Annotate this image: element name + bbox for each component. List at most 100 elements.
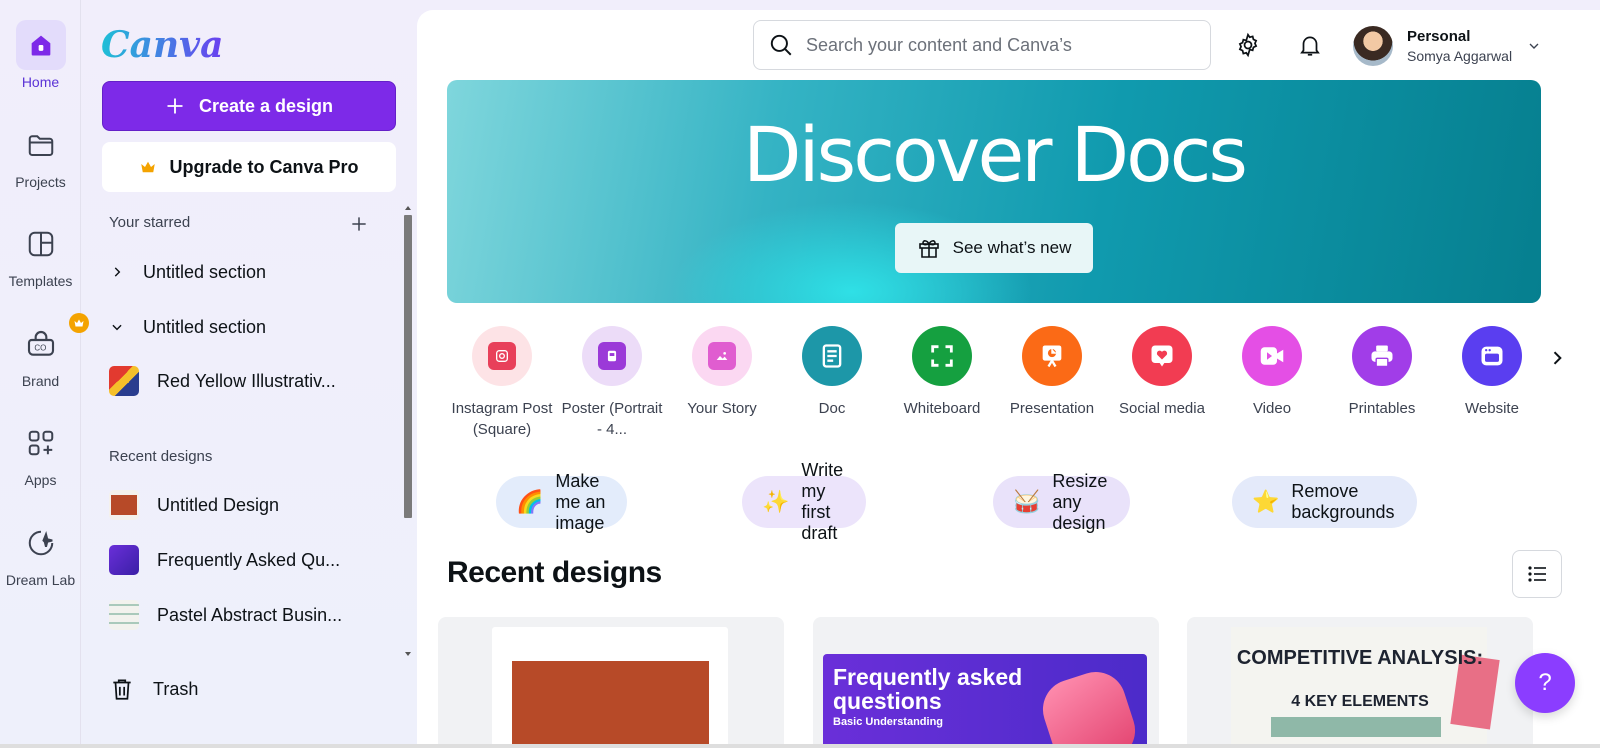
rainbow-icon: 🌈: [516, 489, 544, 514]
recent-design-item[interactable]: Frequently Asked Qu...: [109, 538, 379, 582]
design-card[interactable]: [438, 617, 784, 748]
social-media-icon: [1132, 326, 1192, 386]
discover-banner[interactable]: Discover Docs See what’s new: [447, 80, 1541, 303]
design-type-poster[interactable]: Poster (Portrait - 4...: [557, 326, 667, 440]
list-view-button[interactable]: [1512, 550, 1562, 598]
plus-icon: [352, 217, 366, 231]
recent-design-label: Untitled Design: [157, 494, 280, 515]
chevron-right-icon[interactable]: [1547, 348, 1567, 368]
recent-design-item[interactable]: Pastel Abstract Busin...: [109, 593, 379, 637]
remove-bg-chip[interactable]: ⭐ Remove backgrounds: [1232, 476, 1418, 528]
design-card[interactable]: COMPETITIVE ANALYSIS: 4 KEY ELEMENTS: [1187, 617, 1533, 748]
canva-logo[interactable]: Canva: [101, 24, 223, 66]
rail-item-brand[interactable]: CO Brand: [0, 313, 89, 389]
create-design-label: Create a design: [198, 95, 334, 116]
apps-icon: [16, 418, 66, 468]
make-image-chip[interactable]: 🌈 Make me an image: [496, 471, 628, 533]
design-types-row: Instagram Post (Square) Poster (Portrait…: [447, 326, 1562, 456]
design-type-instagram[interactable]: Instagram Post (Square): [447, 326, 557, 440]
design-type-social-media[interactable]: Social media: [1107, 326, 1217, 419]
design-type-label: Whiteboard: [903, 400, 981, 417]
design-type-story[interactable]: Your Story: [667, 326, 777, 419]
design-thumbnail: [109, 366, 139, 396]
website-icon: [1462, 326, 1522, 386]
upgrade-pro-label: Upgrade to Canva Pro: [169, 156, 359, 177]
chip-label: Make me an image: [555, 470, 606, 533]
upgrade-pro-button[interactable]: Upgrade to Canva Pro: [102, 142, 396, 192]
rail-label-dream-lab: Dream Lab: [5, 572, 76, 588]
bell-icon: [1300, 36, 1320, 56]
card-title: Frequently asked questions: [833, 664, 1023, 714]
scroll-up-icon[interactable]: [404, 204, 412, 212]
avatar[interactable]: [1353, 26, 1393, 66]
main-panel: Personal Somya Aggarwal Discover Docs Se…: [417, 10, 1600, 748]
design-type-doc[interactable]: Doc: [777, 326, 887, 419]
recent-design-label: Pastel Abstract Busin...: [157, 604, 343, 625]
templates-icon: [16, 219, 66, 269]
doc-icon: [802, 326, 862, 386]
search-input[interactable]: [806, 34, 1186, 56]
design-thumbnail: [109, 490, 139, 520]
rail-label-home: Home: [21, 74, 60, 90]
recent-design-item[interactable]: Untitled Design: [109, 483, 379, 527]
rail-item-apps[interactable]: Apps: [0, 418, 81, 488]
video-icon: [1242, 326, 1302, 386]
starred-item-label: Red Yellow Illustrativ...: [157, 370, 336, 391]
starred-item-label: Untitled section: [143, 316, 267, 337]
design-type-website[interactable]: Website: [1437, 326, 1547, 419]
design-type-label: Printables: [1348, 400, 1416, 417]
rail-item-home[interactable]: Home: [0, 20, 81, 90]
gear-icon: [1238, 32, 1258, 58]
chip-label: Write my first draft: [801, 460, 844, 543]
account-name: Somya Aggarwal: [1407, 48, 1513, 64]
starred-item-design[interactable]: Red Yellow Illustrativ...: [109, 359, 379, 403]
rail-label-brand: Brand: [21, 373, 60, 389]
design-type-presentation[interactable]: Presentation: [997, 326, 1107, 419]
search-bar[interactable]: [753, 20, 1211, 70]
chevron-right-icon[interactable]: [109, 265, 125, 279]
create-design-button[interactable]: Create a design: [102, 81, 396, 131]
scroll-down-icon[interactable]: [404, 650, 412, 658]
starred-item-section-1[interactable]: Untitled section: [109, 250, 379, 294]
rail-label-apps: Apps: [24, 472, 57, 488]
design-preview-block: [512, 661, 709, 748]
design-type-label: Social media: [1119, 400, 1205, 417]
chevron-down-icon[interactable]: [1526, 38, 1542, 54]
design-type-video[interactable]: Video: [1217, 326, 1327, 419]
starred-item-section-2[interactable]: Untitled section: [109, 305, 379, 349]
brand-icon: CO: [16, 313, 89, 369]
presentation-icon: [1022, 326, 1082, 386]
dream-lab-icon: [16, 518, 66, 568]
design-card[interactable]: Frequently asked questions Basic Underst…: [813, 617, 1159, 748]
settings-button[interactable]: [1232, 29, 1264, 61]
trash-icon: [113, 679, 131, 700]
account-type: Personal: [1407, 28, 1471, 45]
design-type-printables[interactable]: Printables: [1327, 326, 1437, 419]
left-rail: Home Projects Templates CO Brand Apps Dr…: [0, 0, 89, 748]
trash-link[interactable]: Trash: [109, 676, 198, 702]
rail-item-projects[interactable]: Projects: [0, 120, 81, 190]
rail-label-projects: Projects: [15, 174, 66, 190]
recent-design-label: Frequently Asked Qu...: [157, 549, 341, 570]
see-whats-new-button[interactable]: See what’s new: [895, 223, 1093, 273]
account-menu[interactable]: Personal Somya Aggarwal: [1353, 26, 1542, 66]
sidebar-scrollbar-thumb[interactable]: [404, 215, 412, 518]
magic-wand-icon: ✨: [762, 489, 790, 514]
notifications-button[interactable]: [1294, 29, 1326, 61]
add-starred-button[interactable]: [349, 214, 373, 238]
chevron-down-icon[interactable]: [109, 320, 125, 334]
resize-design-chip[interactable]: 🥁 Resize any design: [993, 471, 1131, 533]
see-whats-new-label: See what’s new: [952, 238, 1072, 257]
help-button[interactable]: ?: [1515, 653, 1575, 713]
design-type-label: Presentation: [1009, 400, 1095, 417]
recent-designs-title: Recent designs: [447, 556, 662, 589]
design-type-whiteboard[interactable]: Whiteboard: [887, 326, 997, 419]
crown-icon: [141, 161, 156, 173]
rail-item-dream-lab[interactable]: Dream Lab: [0, 518, 81, 588]
design-type-label: Doc: [818, 400, 846, 417]
write-draft-chip[interactable]: ✨ Write my first draft: [742, 460, 866, 543]
starred-heading: Your starred: [109, 214, 191, 231]
rail-item-templates[interactable]: Templates: [0, 219, 81, 289]
banner-title: Discover Docs: [742, 110, 1248, 199]
folder-icon: [16, 120, 66, 170]
